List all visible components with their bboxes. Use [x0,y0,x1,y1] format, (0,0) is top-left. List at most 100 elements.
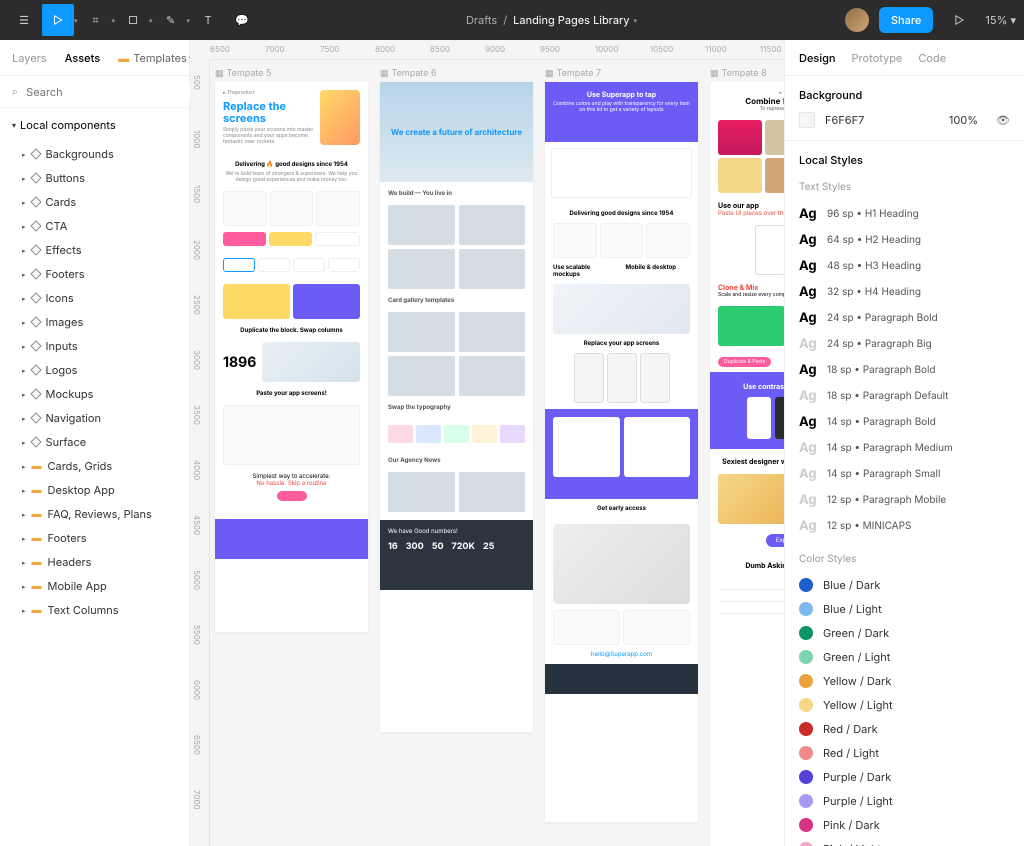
component-inputs[interactable]: ▸Inputs [0,334,189,358]
background-header: Background [799,88,1010,102]
component-surface[interactable]: ▸Surface [0,430,189,454]
search-input[interactable] [26,85,197,99]
search-bar: ⌕ ☰ 📖 [0,76,189,108]
bg-hex[interactable]: F6F6F7 [825,113,864,127]
folder-cards-grids[interactable]: ▸▬Cards, Grids [0,454,189,478]
tab-prototype[interactable]: Prototype [852,51,903,65]
text-tool-icon[interactable]: T [192,4,224,36]
color-style-row[interactable]: Red / Light [799,741,1010,765]
text-styles-header: Text Styles [799,181,1010,193]
text-style-row[interactable]: Ag12 sp • MINICAPS [799,513,1010,539]
frame-label[interactable]: ▦ Tempate 5 [215,65,368,82]
folder-faq-reviews-plans[interactable]: ▸▬FAQ, Reviews, Plans [0,502,189,526]
color-style-row[interactable]: Yellow / Light [799,693,1010,717]
comment-tool-icon[interactable]: 💬 [226,4,258,36]
color-style-row[interactable]: Pink / Dark [799,813,1010,837]
avatar[interactable] [845,8,869,32]
component-backgrounds[interactable]: ▸Backgrounds [0,142,189,166]
color-style-row[interactable]: Blue / Dark [799,573,1010,597]
text-style-row[interactable]: Ag18 sp • Paragraph Default [799,383,1010,409]
text-style-row[interactable]: Ag24 sp • Paragraph Big [799,331,1010,357]
frame-tool-icon[interactable]: ⌗ [80,4,112,36]
frame-template-7[interactable]: Use Superapp to tapCombine colors and pl… [545,82,698,822]
eye-icon[interactable]: 👁 [996,113,1010,127]
frame-label[interactable]: ▦ Tempate 7 [545,65,698,82]
component-footers[interactable]: ▸Footers [0,262,189,286]
folder-footers[interactable]: ▸▬Footers [0,526,189,550]
folder-mobile-app[interactable]: ▸▬Mobile App [0,574,189,598]
breadcrumb-current[interactable]: Landing Pages Library [513,13,629,27]
component-effects[interactable]: ▸Effects [0,238,189,262]
chevron-down-icon[interactable]: ▾ [112,16,116,25]
bg-swatch[interactable] [799,112,815,128]
color-style-row[interactable]: Yellow / Dark [799,669,1010,693]
search-icon: ⌕ [12,84,18,99]
color-style-row[interactable]: Red / Dark [799,717,1010,741]
left-tabs: Layers Assets ▬Templates ▾ [0,40,189,76]
topbar: ☰ ▷▾ ⌗▾ □▾ ✎▾ T 💬 Drafts / Landing Pages… [0,0,1024,40]
frame-template-6[interactable]: We create a future of architecture We bu… [380,82,533,732]
text-style-row[interactable]: Ag96 sp • H1 Heading [799,201,1010,227]
text-style-row[interactable]: Ag14 sp • Paragraph Small [799,461,1010,487]
component-mockups[interactable]: ▸Mockups [0,382,189,406]
right-panel: Design Prototype Code Background F6F6F7 … [784,40,1024,846]
component-navigation[interactable]: ▸Navigation [0,406,189,430]
breadcrumb-root[interactable]: Drafts [466,13,497,27]
bg-opacity[interactable]: 100% [949,113,978,127]
chevron-down-icon[interactable]: ▾ [74,16,78,25]
local-components-header[interactable]: ▾Local components [0,108,189,142]
tab-design[interactable]: Design [799,51,836,65]
text-style-row[interactable]: Ag14 sp • Paragraph Medium [799,435,1010,461]
component-icons[interactable]: ▸Icons [0,286,189,310]
color-style-row[interactable]: Blue / Light [799,597,1010,621]
frame-template-8[interactable]: ▸ Grid Combine fine images To represent … [710,82,784,846]
component-logos[interactable]: ▸Logos [0,358,189,382]
shape-tool-icon[interactable]: □ [117,4,149,36]
component-cta[interactable]: ▸CTA [0,214,189,238]
chevron-down-icon[interactable]: ▾ [634,16,638,25]
component-buttons[interactable]: ▸Buttons [0,166,189,190]
canvas[interactable]: 6500700075008000850090009500100001050011… [190,40,784,846]
color-style-row[interactable]: Pink / Light [799,837,1010,846]
tab-layers[interactable]: Layers [12,51,47,65]
pen-tool-icon[interactable]: ✎ [155,4,187,36]
color-style-row[interactable]: Purple / Dark [799,765,1010,789]
text-style-row[interactable]: Ag12 sp • Paragraph Mobile [799,487,1010,513]
frame-label[interactable]: ▦ Tempate 6 [380,65,533,82]
text-style-row[interactable]: Ag64 sp • H2 Heading [799,227,1010,253]
move-tool-icon[interactable]: ▷ [42,4,74,36]
component-cards[interactable]: ▸Cards [0,190,189,214]
color-style-row[interactable]: Green / Dark [799,621,1010,645]
local-styles-header: Local Styles [799,153,1010,167]
folder-text-columns[interactable]: ▸▬Text Columns [0,598,189,622]
topbar-right: Share ▷ 15% ▾ [845,4,1016,36]
frame-label[interactable]: ▦ Tempate 8 [710,65,784,82]
folder-desktop-app[interactable]: ▸▬Desktop App [0,478,189,502]
tab-code[interactable]: Code [918,51,946,65]
zoom-level[interactable]: 15% ▾ [985,13,1016,27]
ruler-horizontal: 6500700075008000850090009500100001050011… [210,40,784,60]
topbar-tools: ☰ ▷▾ ⌗▾ □▾ ✎▾ T 💬 [8,4,258,36]
text-style-row[interactable]: Ag24 sp • Paragraph Bold [799,305,1010,331]
breadcrumb[interactable]: Drafts / Landing Pages Library ▾ [258,13,845,27]
chevron-down-icon[interactable]: ▾ [149,16,153,25]
ruler-vertical: 5001000150020002500300035004000450050005… [190,60,210,846]
color-styles-header: Color Styles [799,553,1010,565]
component-images[interactable]: ▸Images [0,310,189,334]
tab-assets[interactable]: Assets [65,51,101,65]
color-style-row[interactable]: Green / Light [799,645,1010,669]
menu-icon[interactable]: ☰ [8,4,40,36]
text-style-row[interactable]: Ag18 sp • Paragraph Bold [799,357,1010,383]
text-style-row[interactable]: Ag48 sp • H3 Heading [799,253,1010,279]
play-icon[interactable]: ▷ [943,4,975,36]
frame-template-5[interactable]: ▸ Theproduct Replace the screens Simply … [215,82,368,632]
left-panel: Layers Assets ▬Templates ▾ ⌕ ☰ 📖 ▾Local … [0,40,190,846]
templates-dropdown[interactable]: ▬Templates ▾ [118,51,192,65]
folder-headers[interactable]: ▸▬Headers [0,550,189,574]
chevron-down-icon[interactable]: ▾ [187,16,191,25]
text-style-row[interactable]: Ag14 sp • Paragraph Bold [799,409,1010,435]
share-button[interactable]: Share [879,7,933,33]
folder-icon: ▬ [118,51,129,65]
color-style-row[interactable]: Purple / Light [799,789,1010,813]
text-style-row[interactable]: Ag32 sp • H4 Heading [799,279,1010,305]
